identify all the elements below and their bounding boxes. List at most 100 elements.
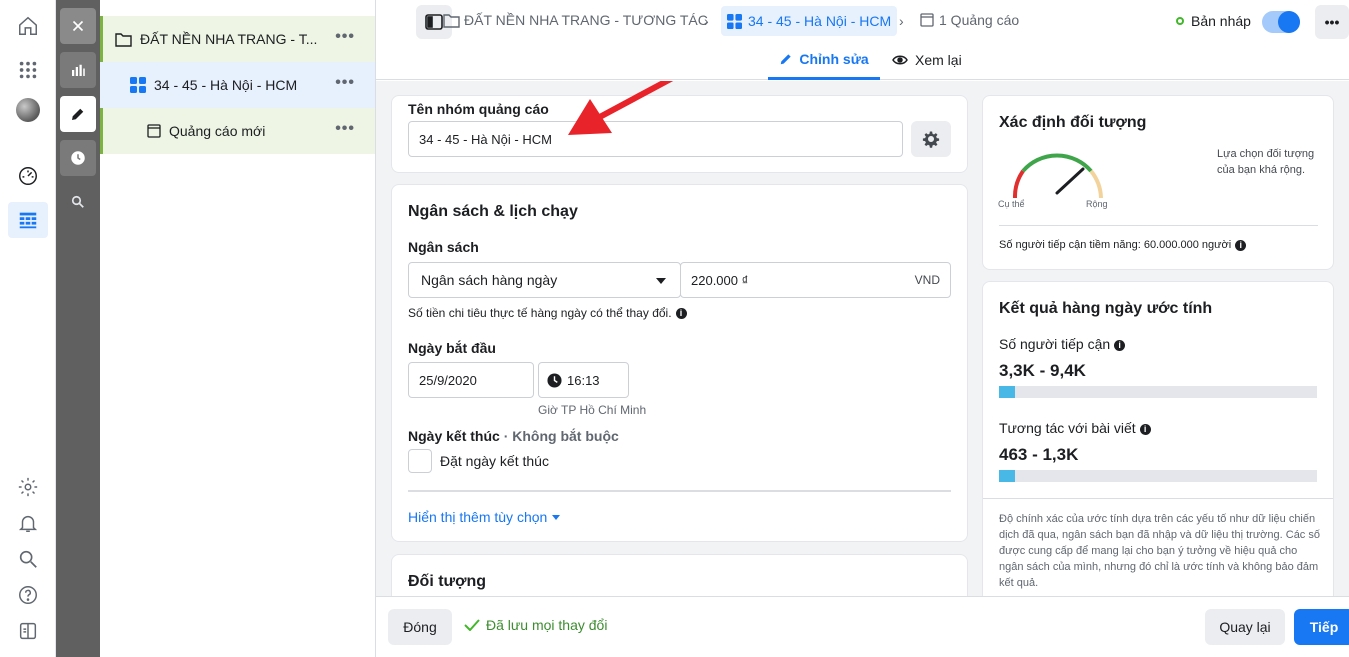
folder-icon: [443, 13, 460, 28]
adset-grid-icon: [130, 77, 146, 93]
next-button[interactable]: Tiếp: [1294, 609, 1349, 645]
engagement-bar: [999, 470, 1317, 482]
more-options-button[interactable]: •••: [1315, 5, 1349, 39]
budget-label: Ngân sách: [408, 239, 479, 255]
top-bar: ĐẤT NỀN NHA TRANG - TƯƠNG TÁC › 34 - 45 …: [376, 0, 1349, 80]
tab-edit-label: Chỉnh sửa: [799, 50, 869, 67]
dashboard-gauge-icon[interactable]: [8, 158, 48, 194]
account-avatar[interactable]: [8, 92, 48, 128]
breadcrumb-campaign[interactable]: ĐẤT NỀN NHA TRANG - TƯƠNG TÁC: [443, 12, 708, 28]
audience-gauge: [1012, 153, 1103, 199]
dropdown-caret-icon: [656, 278, 666, 284]
timezone-label: Giờ TP Hồ Chí Minh: [538, 403, 647, 417]
reach-bar-fill: [999, 386, 1015, 398]
budget-type-select[interactable]: Ngân sách hàng ngày: [408, 262, 681, 298]
gauge-right-label: Rộng: [1086, 199, 1108, 209]
ad-more-icon[interactable]: •••: [335, 121, 355, 137]
tab-edit[interactable]: Chỉnh sửa: [768, 50, 880, 80]
budget-section-title: Ngân sách & lịch chạy: [408, 203, 578, 220]
publish-toggle[interactable]: [1262, 11, 1300, 33]
start-time-input[interactable]: 16:13: [538, 362, 629, 398]
tree-item-campaign[interactable]: ĐẤT NỀN NHA TRANG - T... •••: [100, 16, 375, 62]
adset-more-icon[interactable]: •••: [335, 75, 355, 91]
settings-gear-icon[interactable]: [8, 469, 48, 505]
estimate-disclaimer: Độ chính xác của ước tính dựa trên các y…: [999, 513, 1320, 589]
clock-icon: [547, 372, 562, 388]
global-nav-rail: [0, 0, 56, 657]
show-more-options-link[interactable]: Hiển thị thêm tùy chọn: [408, 509, 561, 525]
info-icon[interactable]: i: [675, 308, 687, 320]
info-icon[interactable]: i: [1235, 239, 1247, 251]
tab-review[interactable]: Xem lại: [892, 50, 962, 68]
status-dot-icon: [1176, 17, 1184, 25]
close-button[interactable]: Đóng: [388, 609, 452, 645]
panel-toggle-icon[interactable]: [8, 613, 48, 649]
draft-status: Bản nháp: [1176, 13, 1251, 29]
budget-note: Số tiền chi tiêu thực tế hàng ngày có th…: [408, 306, 687, 320]
divider: [999, 225, 1318, 226]
adset-name-label: Tên nhóm quảng cáo: [408, 101, 549, 117]
audience-section-title: Đối tượng: [408, 573, 487, 590]
home-icon[interactable]: [8, 8, 48, 44]
info-icon[interactable]: i: [1114, 339, 1126, 351]
show-more-options-label: Hiển thị thêm tùy chọn: [408, 509, 548, 525]
start-time-value: 16:13: [567, 372, 600, 388]
folder-icon: [115, 32, 132, 47]
estimated-results-card: Kết quả hàng ngày ước tính Số người tiếp…: [982, 281, 1334, 596]
ads-manager-table-icon[interactable]: [8, 202, 48, 238]
ad-page-icon: [920, 13, 934, 27]
help-icon[interactable]: [8, 577, 48, 613]
divider: [408, 490, 951, 492]
close-icon[interactable]: [60, 8, 96, 44]
budget-schedule-card: Ngân sách & lịch chạy Ngân sách Ngân sác…: [391, 184, 968, 542]
reporting-chart-icon[interactable]: [60, 52, 96, 88]
end-date-optional: · Không bắt buộc: [499, 428, 619, 444]
potential-reach: Số người tiếp cận tiềm năng: 60.000.000 …: [999, 239, 1247, 251]
ad-page-icon: [147, 124, 161, 138]
tree-item-ad[interactable]: Quảng cáo mới •••: [100, 108, 375, 154]
budget-note-text: Số tiền chi tiêu thực tế hàng ngày có th…: [408, 306, 672, 320]
end-date-label: Ngày kết thúc · Không bắt buộc: [408, 428, 619, 444]
reach-value: 3,3K - 9,4K: [999, 361, 1086, 380]
breadcrumb-campaign-label: ĐẤT NỀN NHA TRANG - TƯƠNG TÁC: [464, 12, 708, 28]
breadcrumb-ad[interactable]: 1 Quảng cáo: [920, 12, 1019, 28]
editor-tool-column: [56, 0, 100, 657]
audience-definition-card: Xác định đối tượng Cụ thể Rộng Lựa chọn …: [982, 95, 1334, 270]
chevron-right-icon: ›: [899, 13, 904, 29]
name-settings-button[interactable]: [911, 121, 951, 157]
tree-item-adset[interactable]: 34 - 45 - Hà Nội - HCM •••: [100, 62, 375, 108]
saved-status-text: Đã lưu mọi thay đổi: [486, 617, 608, 633]
audience-card: Đối tượng: [391, 554, 968, 596]
eye-icon: [892, 55, 908, 65]
editor-main: Tên nhóm quảng cáo 34 - 45 - Hà Nội - HC…: [376, 81, 1349, 596]
end-date-label-text: Ngày kết thúc: [408, 428, 500, 444]
estimated-results-title: Kết quả hàng ngày ước tính: [999, 300, 1213, 317]
back-button[interactable]: Quay lại: [1205, 609, 1285, 645]
end-date-checkbox-label: Đặt ngày kết thúc: [440, 453, 549, 469]
edit-pencil-icon: [781, 53, 792, 64]
edit-pencil-icon[interactable]: [60, 96, 96, 132]
checkmark-icon: [464, 619, 480, 631]
footer-bar: Đóng Đã lưu mọi thay đổi Quay lại Tiếp: [376, 596, 1349, 657]
start-date-input[interactable]: 25/9/2020: [408, 362, 534, 398]
saved-status: Đã lưu mọi thay đổi: [464, 617, 607, 633]
budget-type-value: Ngân sách hàng ngày: [421, 272, 558, 288]
divider: [983, 498, 1333, 499]
breadcrumb-adset[interactable]: 34 - 45 - Hà Nội - HCM: [721, 6, 898, 36]
search-icon[interactable]: [8, 541, 48, 577]
reach-label-text: Số người tiếp cận: [999, 336, 1111, 352]
end-date-checkbox[interactable]: [408, 449, 432, 473]
campaign-more-icon[interactable]: •••: [335, 29, 355, 45]
search-inspect-icon[interactable]: [60, 184, 96, 220]
info-icon[interactable]: i: [1139, 423, 1151, 435]
engagement-value: 463 - 1,3K: [999, 445, 1079, 464]
audience-definition-title: Xác định đối tượng: [999, 114, 1147, 131]
gauge-left-label: Cụ thể: [998, 199, 1025, 209]
apps-grid-icon[interactable]: [8, 52, 48, 88]
engagement-bar-fill: [999, 470, 1015, 482]
reach-label: Số người tiếp cận i: [999, 336, 1126, 352]
history-clock-icon[interactable]: [60, 140, 96, 176]
adset-grid-icon: [727, 13, 742, 29]
notifications-bell-icon[interactable]: [8, 505, 48, 541]
budget-amount-input[interactable]: 220.000 ₫ VND: [680, 262, 951, 298]
